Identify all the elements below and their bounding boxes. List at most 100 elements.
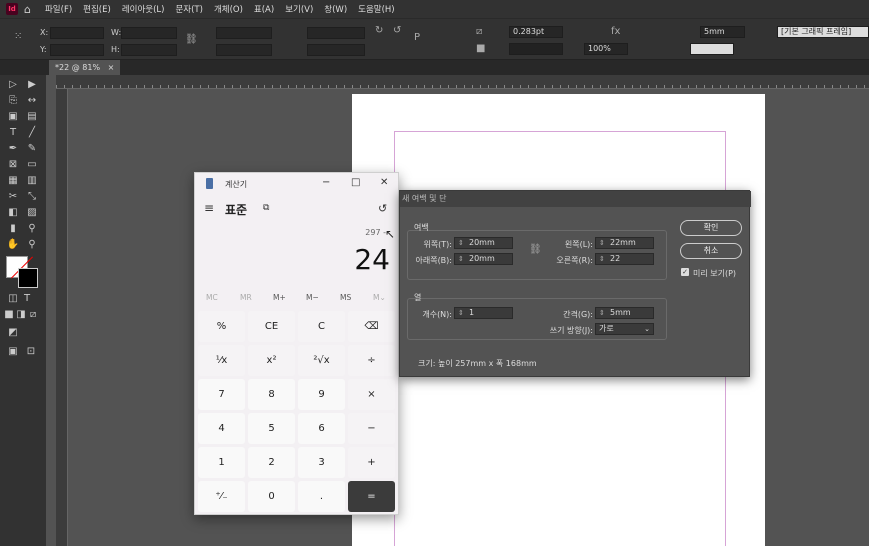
constrain-proportions-icon[interactable]: ⛓ bbox=[185, 34, 198, 45]
maximize-icon[interactable]: □ bbox=[351, 177, 360, 188]
negate-button[interactable]: ⁺⁄₋ bbox=[198, 481, 245, 512]
shear-field[interactable] bbox=[307, 44, 365, 56]
rectangle-tool-icon[interactable]: ▭ bbox=[25, 158, 39, 172]
fill-icon[interactable]: ■ bbox=[476, 43, 485, 54]
ok-button[interactable]: 확인 bbox=[680, 220, 742, 236]
gradient-tool-icon[interactable]: ◧ bbox=[6, 206, 20, 220]
menu-object[interactable]: 개체(O) bbox=[214, 3, 243, 15]
grid-tool-icon[interactable]: ▥ bbox=[25, 174, 39, 188]
flip-icon[interactable]: P bbox=[414, 32, 420, 43]
clear-button[interactable]: C bbox=[298, 311, 345, 342]
minimize-icon[interactable]: − bbox=[322, 177, 330, 188]
writing-direction-select[interactable]: 가로 ⌄ bbox=[595, 323, 654, 335]
auto-fit-field[interactable] bbox=[690, 43, 734, 55]
percent-button[interactable]: % bbox=[198, 311, 245, 342]
digit-1-button[interactable]: 1 bbox=[198, 447, 245, 478]
memory-list-button[interactable]: M⌄ bbox=[373, 293, 386, 302]
cancel-button[interactable]: 취소 bbox=[680, 243, 742, 259]
stroke-weight-field[interactable]: 0.283pt bbox=[509, 26, 563, 38]
content-placer-icon[interactable]: ▤ bbox=[25, 110, 39, 124]
scale-y-field[interactable] bbox=[216, 44, 272, 56]
x-field[interactable] bbox=[50, 27, 104, 39]
y-field[interactable] bbox=[50, 44, 104, 56]
digit-5-button[interactable]: 5 bbox=[248, 413, 295, 444]
square-button[interactable]: x² bbox=[248, 345, 295, 376]
memory-subtract-button[interactable]: M− bbox=[306, 293, 319, 302]
clear-entry-button[interactable]: CE bbox=[248, 311, 295, 342]
gap-field[interactable]: 5mm bbox=[700, 26, 745, 38]
menu-table[interactable]: 표(A) bbox=[254, 3, 274, 15]
view-mode-icon[interactable]: ▣ bbox=[6, 345, 20, 359]
horizontal-ruler[interactable] bbox=[56, 75, 869, 89]
close-icon[interactable]: ✕ bbox=[380, 177, 388, 188]
screen-mode-icon[interactable]: ◩ bbox=[6, 326, 20, 340]
subtract-button[interactable]: − bbox=[348, 413, 395, 444]
backspace-button[interactable]: ⌫ bbox=[348, 311, 395, 342]
digit-6-button[interactable]: 6 bbox=[298, 413, 345, 444]
opacity-field[interactable]: 100% bbox=[584, 43, 628, 55]
note-tool-icon[interactable]: ▮ bbox=[6, 222, 20, 236]
w-field[interactable] bbox=[121, 27, 177, 39]
top-margin-field[interactable]: 20mm bbox=[454, 237, 513, 249]
hamburger-menu-icon[interactable]: ≡ bbox=[204, 201, 214, 215]
digit-0-button[interactable]: 0 bbox=[248, 481, 295, 512]
type-tool-icon[interactable]: T bbox=[6, 126, 20, 140]
scissors-tool-icon[interactable]: ✂ bbox=[6, 190, 20, 204]
square-root-button[interactable]: ²√x bbox=[298, 345, 345, 376]
h-field[interactable] bbox=[121, 44, 177, 56]
free-transform-tool-icon[interactable]: ⤡ bbox=[25, 190, 39, 204]
bottom-margin-field[interactable]: 20mm bbox=[454, 253, 513, 265]
rotate-ccw-icon[interactable]: ↺ bbox=[393, 25, 401, 36]
gutter-field[interactable]: 5mm bbox=[595, 307, 654, 319]
stroke-none-icon[interactable]: ⧄ bbox=[476, 26, 482, 37]
scale-x-field[interactable] bbox=[216, 27, 272, 39]
pencil-tool-icon[interactable]: ✎ bbox=[25, 142, 39, 156]
memory-recall-button[interactable]: MR bbox=[240, 293, 252, 302]
digit-9-button[interactable]: 9 bbox=[298, 379, 345, 410]
menu-file[interactable]: 파일(F) bbox=[45, 3, 72, 15]
digit-7-button[interactable]: 7 bbox=[198, 379, 245, 410]
pen-tool-icon[interactable]: ✒ bbox=[6, 142, 20, 156]
home-icon[interactable]: ⌂ bbox=[24, 3, 31, 16]
zoom-tool-icon[interactable]: ⚲ bbox=[25, 238, 39, 252]
column-count-field[interactable]: 1 bbox=[454, 307, 513, 319]
vertical-ruler[interactable] bbox=[56, 89, 68, 546]
eyedropper-tool-icon[interactable]: ⚲ bbox=[25, 222, 39, 236]
page-tool-icon[interactable]: ⎘ bbox=[6, 94, 20, 108]
preview-checkbox[interactable]: ✓ bbox=[681, 268, 689, 276]
rotate-field[interactable] bbox=[307, 27, 365, 39]
menu-help[interactable]: 도움말(H) bbox=[358, 3, 394, 15]
selection-tool-icon[interactable]: ▷ bbox=[6, 78, 20, 92]
line-tool-icon[interactable]: ╱ bbox=[25, 126, 39, 140]
fx-icon[interactable]: fx bbox=[611, 26, 620, 37]
equals-button[interactable]: = bbox=[348, 481, 395, 512]
memory-add-button[interactable]: M+ bbox=[273, 293, 286, 302]
digit-2-button[interactable]: 2 bbox=[248, 447, 295, 478]
content-collector-icon[interactable]: ▣ bbox=[6, 110, 20, 124]
formatting-text-icon[interactable]: T bbox=[20, 292, 34, 306]
memory-clear-button[interactable]: MC bbox=[206, 293, 218, 302]
decimal-button[interactable]: . bbox=[298, 481, 345, 512]
menu-layout[interactable]: 레이아웃(L) bbox=[122, 3, 165, 15]
document-tab[interactable]: *22 @ 81% × bbox=[49, 60, 121, 75]
keep-on-top-icon[interactable]: ⧉ bbox=[263, 203, 269, 213]
apply-none-icon[interactable]: ⧄ bbox=[26, 308, 40, 322]
menu-type[interactable]: 문자(T) bbox=[175, 3, 202, 15]
menu-view[interactable]: 보기(V) bbox=[285, 3, 313, 15]
right-margin-field[interactable]: 22 bbox=[595, 253, 654, 265]
history-icon[interactable]: ↺ bbox=[378, 202, 387, 215]
menu-edit[interactable]: 편집(E) bbox=[83, 3, 111, 15]
table-tool-icon[interactable]: ▦ bbox=[6, 174, 20, 188]
digit-4-button[interactable]: 4 bbox=[198, 413, 245, 444]
rectangle-frame-tool-icon[interactable]: ⊠ bbox=[6, 158, 20, 172]
preview-mode-icon[interactable]: ⊡ bbox=[24, 345, 38, 359]
reciprocal-button[interactable]: ¹⁄x bbox=[198, 345, 245, 376]
digit-3-button[interactable]: 3 bbox=[298, 447, 345, 478]
left-margin-field[interactable]: 22mm bbox=[595, 237, 654, 249]
stroke-type-select[interactable] bbox=[509, 43, 563, 55]
gradient-feather-tool-icon[interactable]: ▨ bbox=[25, 206, 39, 220]
close-icon[interactable]: × bbox=[108, 63, 115, 72]
gap-tool-icon[interactable]: ↔ bbox=[25, 94, 39, 108]
add-button[interactable]: + bbox=[348, 447, 395, 478]
reference-point-icon[interactable]: ⁙ bbox=[14, 31, 22, 42]
